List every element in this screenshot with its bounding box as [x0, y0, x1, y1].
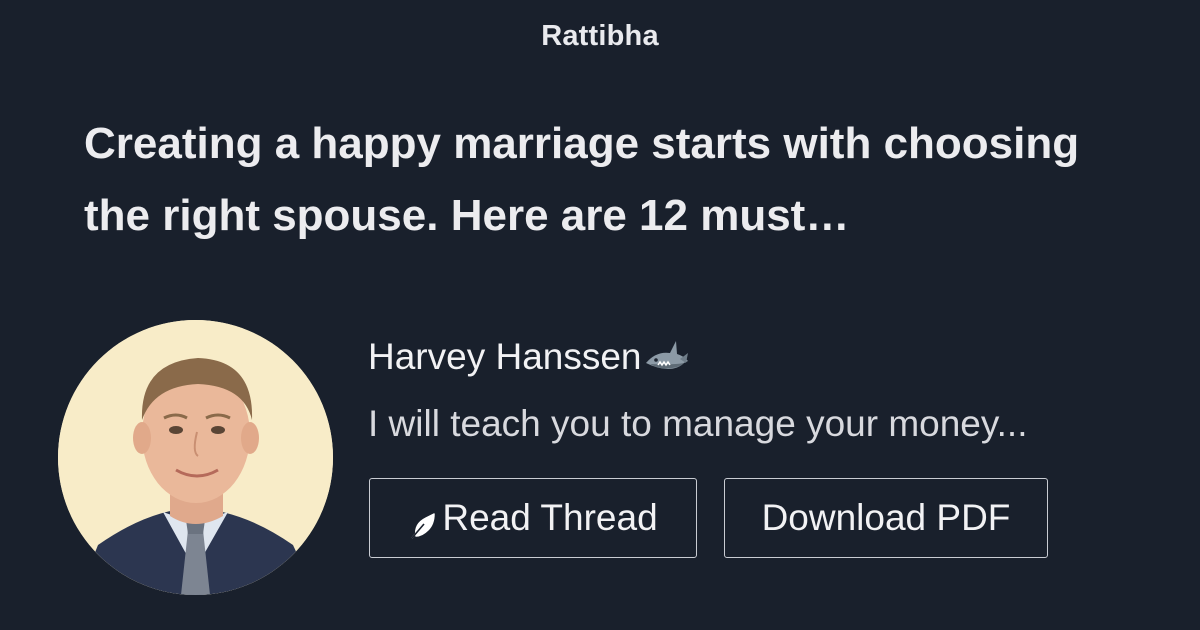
download-pdf-button[interactable]: Download PDF [724, 478, 1048, 558]
author-name-row[interactable]: Harvey Hanssen [368, 336, 690, 378]
author-bio: I will teach you to manage your money... [368, 403, 1028, 444]
shark-icon [644, 337, 690, 377]
read-thread-button[interactable]: Read Thread [369, 478, 697, 558]
share-card: Rattibha Creating a happy marriage start… [0, 0, 1200, 630]
author-avatar[interactable] [58, 320, 333, 595]
read-thread-label: Read Thread [442, 497, 658, 538]
brand-name[interactable]: Rattibha [0, 20, 1200, 53]
feather-icon [408, 507, 436, 539]
avatar-photo [58, 320, 333, 595]
download-pdf-label: Download PDF [761, 497, 1011, 538]
author-name: Harvey Hanssen [368, 336, 642, 377]
thread-title: Creating a happy marriage starts with ch… [84, 119, 1080, 240]
